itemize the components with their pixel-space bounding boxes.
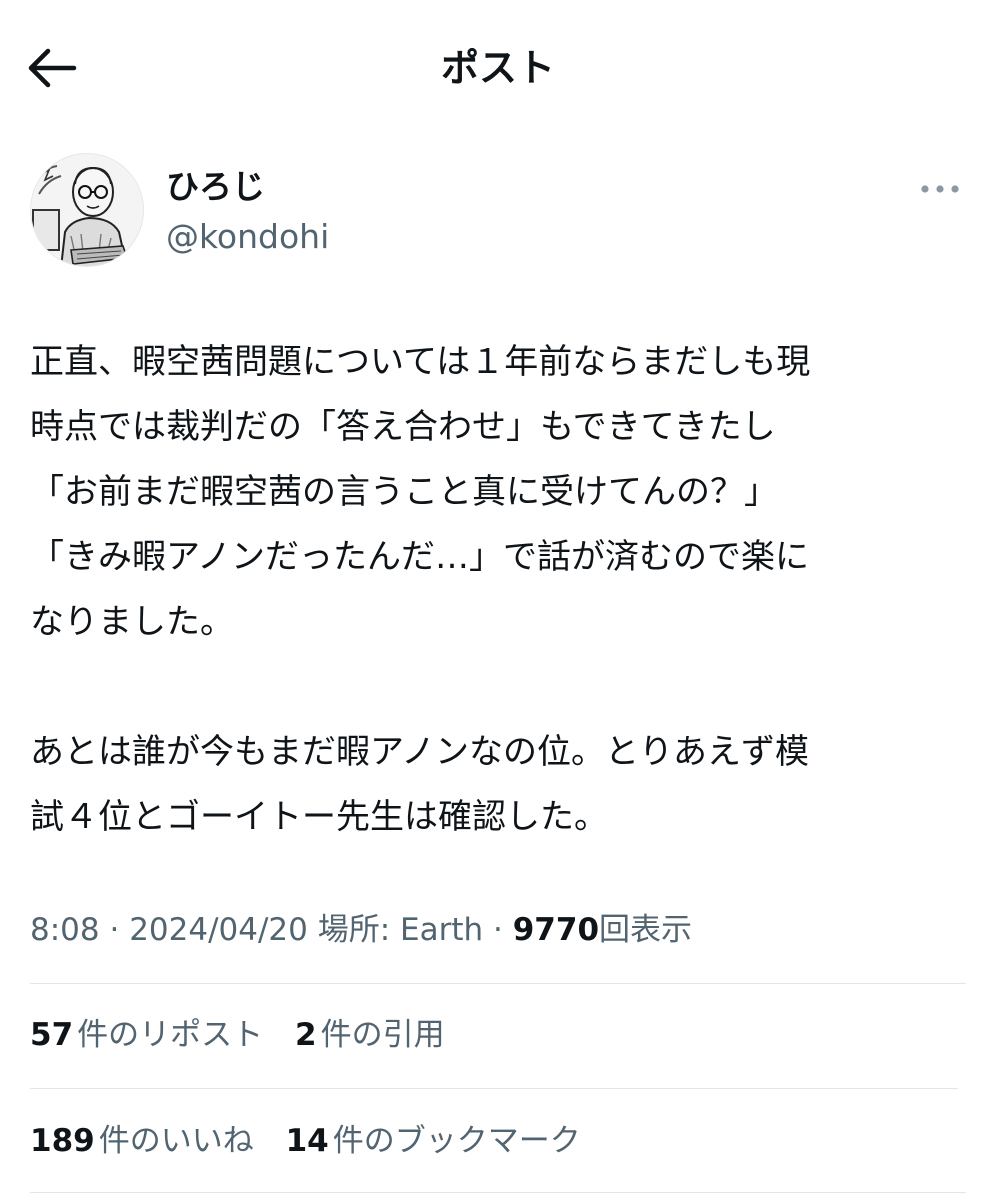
post-text-line: 正直、暇空茜問題については１年前ならまだしも現 [30,342,811,382]
post-text-line: 試４位とゴーイトー先生は確認した。 [30,797,608,837]
divider [30,983,966,984]
post-text-line: 「きみ暇アノンだったんだ…」で話が済むので楽に [30,537,809,577]
post-text-line: なりました。 [30,602,234,642]
post-text-blank-line [30,655,970,720]
author-handle[interactable]: @kondohi [166,215,329,259]
cartoon-man-at-computer-avatar [31,154,143,266]
likes-count: 189 [30,1123,95,1159]
post-meta: 8:08 · 2024/04/20 場所: Earth · 9770回表示 [30,905,970,955]
quotes-stat[interactable]: 2 件の引用 [295,1005,445,1065]
post-text-line: あとは誰が今もまだ暇アノンなの位。とりあえず模 [30,732,809,772]
views-count: 9770 [512,912,600,948]
avatar[interactable] [30,153,144,267]
bookmarks-stat[interactable]: 14 件のブックマーク [286,1111,581,1171]
more-horizontal-icon [921,185,959,193]
quotes-label: 件の引用 [320,1017,445,1053]
post-time[interactable]: 8:08 [30,912,100,948]
quotes-count: 2 [295,1017,317,1053]
divider [30,1192,966,1193]
post-text: 正直、暇空茜問題については１年前ならまだしも現 時点では裁判だの「答え合わせ」も… [30,330,970,850]
like-bookmark-stats: 189 件のいいね 14 件のブックマーク [30,1111,970,1171]
bookmarks-label: 件のブックマーク [332,1123,581,1159]
post-text-line: 「お前まだ暇空茜の言うこと真に受けてんの？」 [30,472,778,512]
post-date[interactable]: 2024/04/20 [129,912,308,948]
likes-label: 件のいいね [98,1123,254,1159]
divider [30,1088,958,1089]
author-display-name[interactable]: ひろじ [166,165,265,209]
post-author: ひろじ @kondohi [30,153,966,273]
repost-quote-stats: 57 件のリポスト 2 件の引用 [30,1005,970,1065]
bookmarks-count: 14 [285,1123,329,1159]
reposts-stat[interactable]: 57 件のリポスト [30,1005,263,1065]
meta-separator: · [483,912,513,948]
reposts-label: 件のリポスト [77,1017,264,1053]
top-bar: ポスト [0,0,996,140]
post-text-line: 時点では裁判だの「答え合わせ」もできてきたし [30,407,776,447]
views-label: 回表示 [599,912,693,948]
meta-separator: · [99,912,130,948]
more-options-button[interactable] [918,175,962,203]
post-location: 場所: Earth [317,912,484,948]
page-title: ポスト [440,46,555,90]
reposts-count: 57 [30,1017,74,1053]
likes-stat[interactable]: 189 件のいいね [30,1111,254,1171]
